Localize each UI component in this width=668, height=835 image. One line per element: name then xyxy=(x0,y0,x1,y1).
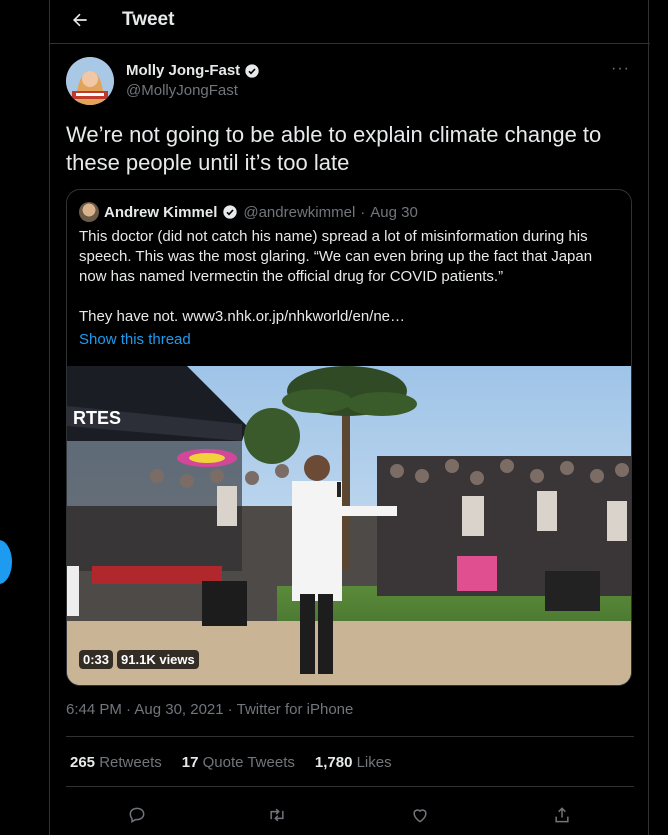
verified-badge-icon xyxy=(223,205,238,219)
heart-icon xyxy=(413,809,427,823)
author-name-text: Molly Jong-Fast xyxy=(126,62,241,79)
quote-tweets-stat[interactable]: 17 Quote Tweets xyxy=(182,754,295,771)
tweet-timestamp[interactable]: 6:44 PM · Aug 30, 2021 xyxy=(66,701,224,718)
retweets-label: Retweets xyxy=(99,754,162,771)
likes-stat[interactable]: 1,780 Likes xyxy=(315,754,392,771)
verified-badge-icon xyxy=(245,63,259,78)
likes-label: Likes xyxy=(356,754,392,771)
video-views: 91.1K views xyxy=(117,650,199,669)
quoted-paragraph: They have not. www3.nhk.or.jp/nhkworld/e… xyxy=(79,308,406,325)
tweet-column: Tweet Molly Jong-Fast @MollyJongFast ···… xyxy=(49,0,650,835)
quoted-avatar xyxy=(79,202,99,222)
more-options-icon[interactable]: ··· xyxy=(611,60,630,78)
engagement-stats: 265 Retweets 17 Quote Tweets 1,780 Likes xyxy=(70,754,412,771)
quoted-paragraph: This doctor (did not catch his name) spr… xyxy=(79,228,593,285)
quoted-author-handle: @andrewkimmel xyxy=(243,203,356,221)
retweet-button[interactable] xyxy=(262,800,292,830)
page-header: Tweet xyxy=(50,0,650,44)
video-thumbnail: RTES xyxy=(67,366,631,685)
divider xyxy=(66,786,634,787)
back-button[interactable] xyxy=(64,6,96,34)
likes-count: 1,780 xyxy=(314,754,353,771)
quoted-date: Aug 30 xyxy=(370,203,418,221)
tweet-timestamp-row: 6:44 PM · Aug 30, 2021 · Twitter for iPhon… xyxy=(66,701,353,718)
compose-button-partial[interactable] xyxy=(0,540,12,584)
video-player[interactable]: RTES 0:33 91.1K views xyxy=(67,366,631,685)
page-title: Tweet xyxy=(122,9,175,30)
avatar[interactable] xyxy=(66,57,114,105)
retweets-count: 265 xyxy=(70,754,96,771)
quote-tweets-label: Quote Tweets xyxy=(202,754,295,771)
retweet-icon xyxy=(270,808,284,822)
arrow-left-icon xyxy=(73,13,87,27)
video-duration: 0:33 xyxy=(79,650,114,669)
svg-text:RTES: RTES xyxy=(73,408,121,428)
quoted-tweet[interactable]: Andrew Kimmel @andrewkimmel · Aug 30 Thi… xyxy=(66,189,632,686)
show-thread-link[interactable]: Show this thread xyxy=(79,331,191,348)
video-stats: 0:33 91.1K views xyxy=(79,650,199,669)
retweets-stat[interactable]: 265 Retweets xyxy=(70,754,162,771)
tweet-source[interactable]: Twitter for iPhone xyxy=(237,701,354,718)
share-button[interactable] xyxy=(547,800,577,830)
reply-button[interactable] xyxy=(122,800,152,830)
left-gutter xyxy=(0,0,49,835)
author-name[interactable]: Molly Jong-Fast xyxy=(126,62,260,79)
tweet-text: We’re not going to be able to explain cl… xyxy=(66,122,602,175)
author-handle[interactable]: @MollyJongFast xyxy=(126,82,238,99)
separator-dot: · xyxy=(360,203,366,221)
quoted-tweet-text: This doctor (did not catch his name) spr… xyxy=(79,227,621,327)
like-button[interactable] xyxy=(405,800,435,830)
reply-icon xyxy=(129,807,145,823)
quote-tweets-count: 17 xyxy=(181,754,199,771)
tweet-actions xyxy=(50,800,650,830)
quoted-author-name: Andrew Kimmel xyxy=(104,203,218,221)
quoted-tweet-header: Andrew Kimmel @andrewkimmel · Aug 30 xyxy=(79,202,418,222)
separator-dot: · xyxy=(227,701,233,718)
divider xyxy=(66,736,634,737)
share-icon xyxy=(555,807,569,823)
